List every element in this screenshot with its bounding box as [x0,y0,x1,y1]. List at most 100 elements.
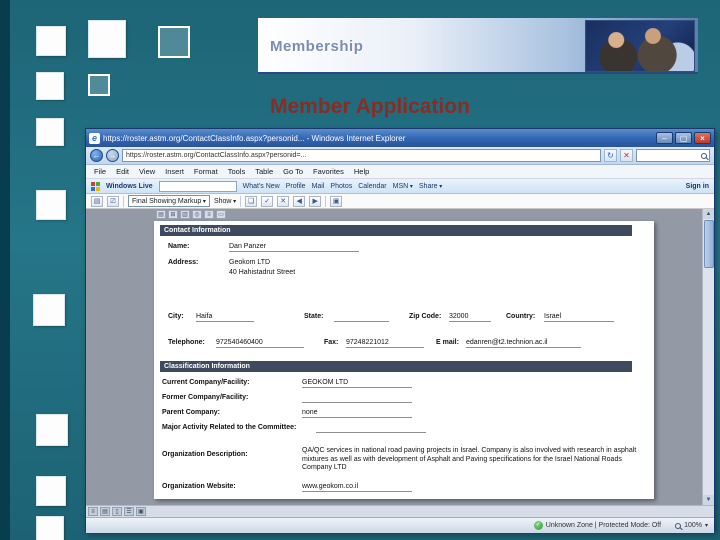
view-icon[interactable]: ▤ [156,210,166,219]
zoom-level: 100% [684,522,702,529]
refresh-icon[interactable]: ↻ [604,149,617,162]
menu-view[interactable]: View [139,167,155,176]
address-bar: ← → https://roster.astm.org/ContactClass… [86,147,714,165]
search-icon [701,152,707,159]
print-icon[interactable]: ⎚ [107,195,119,207]
forward-button[interactable]: → [106,149,119,162]
show-dropdown[interactable]: Show [214,198,236,205]
state-label: State: [304,313,324,320]
windows-live-brand: Windows Live [106,182,153,190]
menu-goto[interactable]: Go To [283,167,303,176]
decor-square [36,476,66,506]
menu-help[interactable]: Help [354,167,369,176]
vertical-scrollbar[interactable]: ▲ ▼ [702,209,714,505]
live-link-share[interactable]: Share [419,183,442,190]
outline-icon[interactable]: ≡ [204,210,214,219]
outline-view-icon[interactable]: ☰ [124,507,134,516]
chevron-down-icon: ▾ [704,523,708,529]
scrollbar-thumb[interactable] [704,220,714,268]
menu-favorites[interactable]: Favorites [313,167,344,176]
decor-square [36,414,68,446]
toolbar-options-icon[interactable]: ▤ [91,195,103,207]
live-link-calendar[interactable]: Calendar [358,183,386,190]
banner-photo-people [585,20,695,72]
print-layout-icon[interactable]: ▯ [112,507,122,516]
zip-label: Zip Code: [409,313,442,320]
stop-icon[interactable]: ✕ [620,149,633,162]
search-input[interactable] [636,149,710,162]
decor-square [88,74,110,96]
mini-toolbar: ▤ ⊞ ▥ ◎ ≡ ▭ [156,210,226,219]
fax-value: 97248221012 [346,339,424,348]
menu-tools[interactable]: Tools [228,167,246,176]
reading-view-icon[interactable]: ▣ [136,507,146,516]
live-search-input[interactable] [158,180,237,192]
comment-icon[interactable]: ❏ [245,195,258,207]
horizontal-scrollbar[interactable]: ≡ ▤ ▯ ☰ ▣ [86,505,714,517]
city-value: Haifa [196,313,254,322]
scroll-down-icon[interactable]: ▼ [703,495,714,505]
sign-in-link[interactable]: Sign in [686,183,709,190]
country-label: Country: [506,313,536,320]
membership-banner: Membership [258,18,698,74]
accept-change-icon[interactable]: ✓ [261,195,274,207]
menu-file[interactable]: File [94,167,106,176]
draft-icon[interactable]: ▭ [216,210,226,219]
zoom-icon[interactable]: ◎ [192,210,202,219]
decor-square [36,118,64,146]
track-changes-icon[interactable]: ▣ [330,195,343,207]
separator [240,195,242,207]
city-label: City: [168,313,184,320]
web-layout-icon[interactable]: ▤ [100,507,110,516]
next-change-icon[interactable]: ▶ [309,195,322,207]
parent-company-label: Parent Company: [162,409,220,416]
normal-view-icon[interactable]: ≡ [88,507,98,516]
menu-insert[interactable]: Insert [165,167,184,176]
layout-icon[interactable]: ▥ [180,210,190,219]
contact-section-header: Contact Information [160,225,632,236]
separator [325,195,327,207]
decor-square [36,26,66,56]
live-link-profile[interactable]: Profile [286,183,306,190]
decor-square [36,190,66,220]
reject-change-icon[interactable]: ✕ [277,195,290,207]
live-link-msn[interactable]: MSN [393,183,413,190]
decor-square [33,294,65,326]
left-edge-stripe [0,0,10,540]
zoom-control[interactable]: 100% ▾ [675,522,708,529]
markup-dropdown[interactable]: Final Showing Markup [128,195,210,207]
status-bar: ✓ Unknown Zone | Protected Mode: Off 100… [86,517,714,533]
maximize-button[interactable]: ▢ [675,132,692,144]
separator [123,195,124,207]
minimize-button[interactable]: ‒ [656,132,673,144]
back-button[interactable]: ← [90,149,103,162]
organization-description-value: QA/QC services in national road paving p… [302,447,637,471]
menu-table[interactable]: Table [255,167,273,176]
state-value [334,313,389,324]
address-input[interactable]: https://roster.astm.org/ContactClassInfo… [122,149,601,162]
live-link-whats-new[interactable]: What's New [243,183,280,190]
decor-square [36,516,64,540]
organization-website-label: Organization Website: [162,483,236,490]
menu-bar: File Edit View Insert Format Tools Table… [86,165,714,179]
browser-window: e https://roster.astm.org/ContactClassIn… [85,128,715,533]
decor-square [36,72,64,100]
menu-edit[interactable]: Edit [116,167,129,176]
address-line1: Geokom LTD [229,259,271,266]
zip-value: 32000 [449,313,491,322]
scroll-up-icon[interactable]: ▲ [703,209,714,219]
window-title-bar[interactable]: e https://roster.astm.org/ContactClassIn… [86,129,714,147]
close-button[interactable]: × [694,132,711,144]
previous-change-icon[interactable]: ◀ [293,195,306,207]
name-label: Name: [168,243,190,250]
grid-icon[interactable]: ⊞ [168,210,178,219]
telephone-label: Telephone: [168,339,205,346]
banner-title: Membership [270,38,364,55]
live-link-mail[interactable]: Mail [312,183,325,190]
live-link-photos[interactable]: Photos [330,183,352,190]
menu-format[interactable]: Format [194,167,218,176]
name-value: Dan Panzer [229,243,359,252]
organization-description-label: Organization Description: [162,451,248,458]
windows-flag-icon [91,181,100,191]
email-label: E mail: [436,339,459,346]
